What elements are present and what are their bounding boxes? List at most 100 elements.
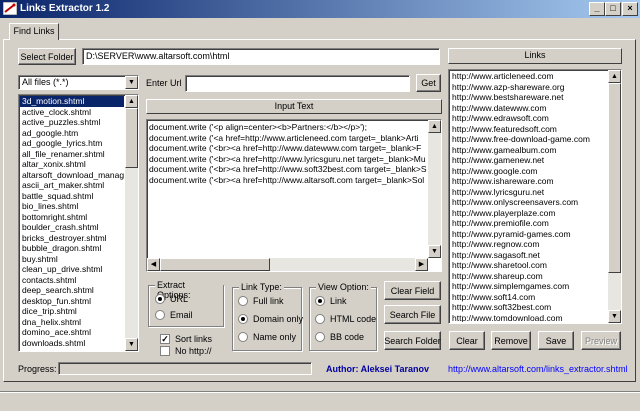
list-item[interactable]: ad_google_lyrics.htm <box>20 138 124 149</box>
list-item[interactable]: boulder_crash.shtml <box>20 222 124 233</box>
list-item[interactable]: battle_squad.shtml <box>20 191 124 202</box>
scroll-thumb[interactable] <box>160 258 270 271</box>
no-http-checkbox[interactable]: No http:// <box>160 346 212 356</box>
list-item[interactable]: http://www.playerplaze.com <box>450 208 607 219</box>
list-item[interactable]: http://www.regnow.com <box>450 239 607 250</box>
scroll-down-icon[interactable]: ▼ <box>428 245 441 258</box>
list-item[interactable]: altarsoft_download_manage <box>20 170 124 181</box>
list-item[interactable]: http://www.google.com <box>450 166 607 177</box>
list-item[interactable]: http://www.gamenew.net <box>450 155 607 166</box>
get-button[interactable]: Get <box>416 74 441 92</box>
chevron-down-icon[interactable]: ▼ <box>125 76 138 89</box>
list-item[interactable]: http://www.soft14.com <box>450 292 607 303</box>
radio-url[interactable]: URL <box>155 294 188 304</box>
tab-find-links[interactable]: Find Links <box>9 23 59 40</box>
scroll-right-icon[interactable]: ▶ <box>415 258 428 271</box>
scroll-down-icon[interactable]: ▼ <box>608 310 621 323</box>
radio-domain-only[interactable]: Domain only <box>238 314 303 324</box>
maximize-button[interactable]: □ <box>605 2 621 16</box>
list-item[interactable]: http://www.soft32best.com <box>450 302 607 313</box>
radio-name-only[interactable]: Name only <box>238 332 296 342</box>
list-item[interactable]: altar_xonix.shtml <box>20 159 124 170</box>
list-item[interactable]: http://www.azp-shareware.org <box>450 82 607 93</box>
homepage-link[interactable]: http://www.altarsoft.com/links_extractor… <box>448 364 628 374</box>
sort-links-checkbox[interactable]: ✓ Sort links <box>160 334 212 344</box>
links-list[interactable]: http://www.articleneed.com http://www.azp… <box>448 69 622 324</box>
list-item[interactable]: active_clock.shtml <box>20 107 124 118</box>
list-item[interactable]: buy.shtml <box>20 254 124 265</box>
list-item[interactable]: http://www.free-download-game.com <box>450 134 607 145</box>
remove-button[interactable]: Remove <box>491 331 531 350</box>
input-text-vscrollbar[interactable]: ▲ ▼ <box>428 120 441 258</box>
radio-html-code-label: HTML code <box>330 314 377 324</box>
list-item[interactable]: http://www.articleneed.com <box>450 71 607 82</box>
radio-bb-code[interactable]: BB code <box>315 332 364 342</box>
input-text-hscrollbar[interactable]: ◀ ▶ <box>147 258 428 271</box>
list-item[interactable]: http://www.bestshareware.net <box>450 92 607 103</box>
list-item[interactable]: contacts.shtml <box>20 275 124 286</box>
list-item[interactable]: dna_helix.shtml <box>20 317 124 328</box>
scroll-down-icon[interactable]: ▼ <box>125 338 138 351</box>
clear-button[interactable]: Clear <box>449 331 485 350</box>
folder-path-input[interactable]: D:\SERVER\www.altarsoft.com\html <box>82 48 440 65</box>
list-item[interactable]: http://www.sagasoft.net <box>450 250 607 261</box>
list-item[interactable]: http://www.onlyscreensavers.com <box>450 197 607 208</box>
preview-button[interactable]: Preview <box>581 331 621 350</box>
scroll-up-icon[interactable]: ▲ <box>428 120 441 133</box>
scroll-up-icon[interactable]: ▲ <box>608 70 621 83</box>
list-item[interactable]: ascii_art_maker.shtml <box>20 180 124 191</box>
list-item[interactable]: clean_up_drive.shtml <box>20 264 124 275</box>
radio-email[interactable]: Email <box>155 310 193 320</box>
list-item[interactable]: all_file_renamer.shtml <box>20 149 124 160</box>
list-item[interactable]: http://www.simplemgames.com <box>450 281 607 292</box>
radio-dot <box>315 332 325 342</box>
list-item[interactable]: bubble_dragon.shtml <box>20 243 124 254</box>
input-text-area[interactable]: document.write ('<p align=center><b>Part… <box>146 119 442 272</box>
scroll-thumb[interactable] <box>608 83 621 273</box>
list-item[interactable]: http://www.lyricsguru.net <box>450 187 607 198</box>
search-folder-button[interactable]: Search Folder <box>384 331 441 350</box>
list-item[interactable]: downloads.shtml <box>20 338 124 349</box>
input-text-header[interactable]: Input Text <box>146 99 442 114</box>
list-item[interactable]: desktop_fun.shtml <box>20 296 124 307</box>
scroll-thumb[interactable] <box>125 108 138 168</box>
file-list-scrollbar[interactable]: ▲ ▼ <box>125 95 138 351</box>
list-item[interactable]: dice_trip.shtml <box>20 306 124 317</box>
list-item[interactable]: http://www.shareup.com <box>450 271 607 282</box>
list-item[interactable]: active_puzzles.shtml <box>20 117 124 128</box>
search-file-button[interactable]: Search File <box>384 305 441 324</box>
scroll-left-icon[interactable]: ◀ <box>147 258 160 271</box>
list-item[interactable]: bio_lines.shtml <box>20 201 124 212</box>
list-item[interactable]: bottomright.shtml <box>20 212 124 223</box>
minimize-button[interactable]: _ <box>589 2 605 16</box>
list-item[interactable]: http://www.gamealbum.com <box>450 145 607 156</box>
list-item[interactable]: http://www.datewww.com <box>450 103 607 114</box>
list-item[interactable]: http://www.edrawsoft.com <box>450 113 607 124</box>
list-item[interactable]: http://www.tomdownload.com <box>450 313 607 323</box>
file-filter-select[interactable]: All files (*.*) ▼ <box>18 75 139 90</box>
list-item[interactable]: http://www.sharetool.com <box>450 260 607 271</box>
list-item[interactable]: bricks_destroyer.shtml <box>20 233 124 244</box>
close-button[interactable]: × <box>622 2 638 16</box>
list-item[interactable]: deep_search.shtml <box>20 285 124 296</box>
list-item[interactable]: ad_google.htm <box>20 128 124 139</box>
list-item[interactable]: 3d_motion.shtml <box>20 96 124 107</box>
links-list-scrollbar[interactable]: ▲ ▼ <box>608 70 621 323</box>
save-button[interactable]: Save <box>538 331 574 350</box>
clear-field-button[interactable]: Clear Field <box>384 281 441 300</box>
list-item[interactable]: http://www.pyramid-games.com <box>450 229 607 240</box>
scroll-up-icon[interactable]: ▲ <box>125 95 138 108</box>
url-input[interactable] <box>185 75 410 92</box>
radio-link[interactable]: Link <box>315 296 347 306</box>
app-icon <box>3 2 17 15</box>
radio-full-link[interactable]: Full link <box>238 296 284 306</box>
radio-html-code[interactable]: HTML code <box>315 314 376 324</box>
links-header[interactable]: Links <box>448 48 622 64</box>
list-item[interactable]: http://www.ishareware.com <box>450 176 607 187</box>
list-item[interactable]: earth_3d.shtml <box>20 348 124 350</box>
list-item[interactable]: http://www.premiofile.com <box>450 218 607 229</box>
list-item[interactable]: http://www.featuredsoft.com <box>450 124 607 135</box>
list-item[interactable]: domino_ace.shtml <box>20 327 124 338</box>
file-list[interactable]: 3d_motion.shtml active_clock.shtml active_… <box>18 94 139 352</box>
select-folder-button[interactable]: Select Folder <box>18 48 76 65</box>
